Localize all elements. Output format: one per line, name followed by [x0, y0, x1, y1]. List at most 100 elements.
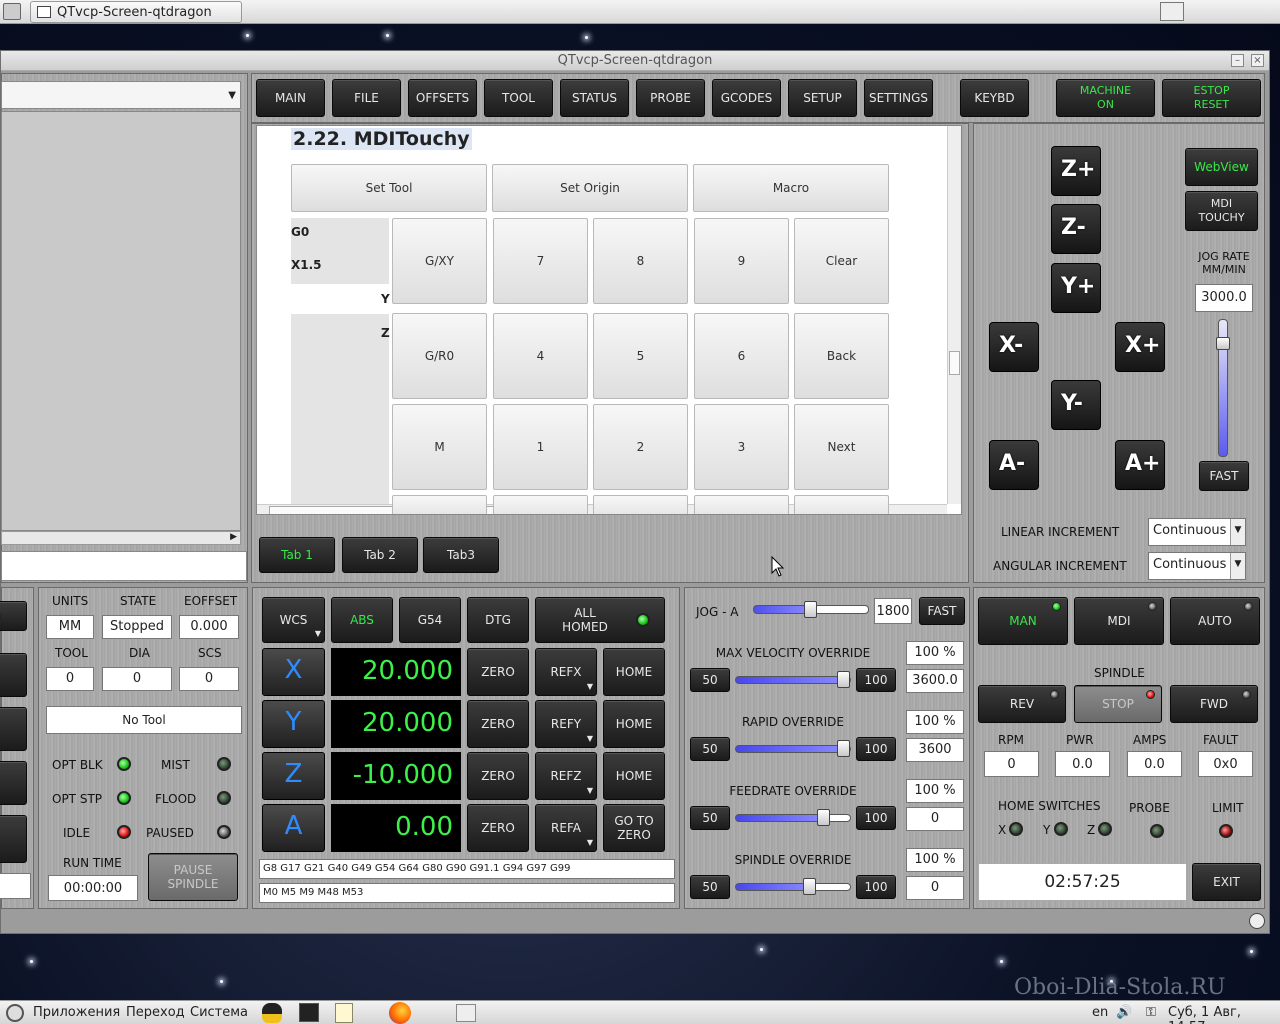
left-edge-button-4[interactable]	[0, 761, 27, 805]
linux-tux-icon[interactable]	[262, 1003, 282, 1023]
keypad-key-gr0[interactable]: G/R0	[392, 313, 487, 399]
machine-on-button[interactable]: MACHINE ON	[1056, 79, 1155, 117]
file-combo[interactable]: ▼	[1, 81, 241, 109]
feedrate-override-slider-knob[interactable]	[816, 809, 830, 826]
axis-z-button[interactable]: Z	[262, 752, 325, 800]
nav-setup-button[interactable]: SETUP	[788, 79, 857, 117]
axis-a-button[interactable]: A	[262, 804, 325, 852]
jog-x-minus-button[interactable]: X-	[989, 322, 1039, 372]
text-editor-icon[interactable]	[335, 1003, 353, 1023]
doc-set-origin-button[interactable]: Set Origin	[492, 164, 688, 212]
keypad-key-partial[interactable]	[593, 495, 688, 514]
home-a-button[interactable]: GO TO ZERO	[603, 804, 665, 852]
keypad-key-gxy[interactable]: G/XY	[392, 218, 487, 304]
auto-mode-button[interactable]: AUTO	[1170, 597, 1260, 645]
linear-increment-combo[interactable]: Continuous ▼	[1148, 518, 1246, 546]
mdi-touchy-doc-view[interactable]: 2.22. MDITouchy G0 X1.5 Y Z Set Tool Set …	[256, 125, 962, 515]
home-y-button[interactable]: HOME	[603, 700, 665, 748]
webview-button[interactable]: WebView	[1185, 148, 1258, 186]
left-edge-button-5[interactable]	[0, 815, 27, 863]
close-button[interactable]: ×	[1251, 54, 1264, 67]
resize-grip-icon[interactable]	[1249, 913, 1265, 929]
max-velocity-override-slider-knob[interactable]	[837, 671, 850, 688]
nav-main-button[interactable]: MAIN	[256, 79, 325, 117]
ref-x-button[interactable]: REFX ▼	[535, 648, 597, 696]
jog-a-minus-button[interactable]: A-	[989, 440, 1039, 490]
tab-3[interactable]: Tab3	[423, 537, 499, 573]
man-mode-button[interactable]: MAN	[978, 597, 1068, 645]
zero-x-button[interactable]: ZERO	[467, 648, 529, 696]
show-desktop-icon[interactable]	[456, 1004, 476, 1022]
tab-1[interactable]: Tab 1	[259, 537, 335, 573]
nav-offsets-button[interactable]: OFFSETS	[408, 79, 477, 117]
jog-a-minusplus-button[interactable]: A+	[1115, 440, 1165, 490]
minimize-button[interactable]: –	[1231, 54, 1244, 67]
axis-y-button[interactable]: Y	[262, 700, 325, 748]
spindle-fwd-button[interactable]: FWD	[1170, 685, 1258, 723]
max-velocity-override-min-button[interactable]: 50	[690, 668, 730, 692]
keypad-key-next[interactable]: Next	[794, 404, 889, 490]
nav-settings-button[interactable]: SETTINGS	[864, 79, 933, 117]
nav-file-button[interactable]: FILE	[332, 79, 401, 117]
rapid-override-max-button[interactable]: 100	[856, 737, 896, 761]
mdi-mode-button[interactable]: MDI	[1074, 597, 1164, 645]
home-x-button[interactable]: HOME	[603, 648, 665, 696]
spindle-override-slider[interactable]	[735, 883, 851, 891]
places-menu[interactable]: Переход	[126, 1005, 185, 1020]
terminal-icon[interactable]	[299, 1003, 319, 1022]
nav-keybd-button[interactable]: KEYBD	[960, 79, 1029, 117]
jog-rate-field[interactable]: 3000.0	[1195, 284, 1253, 312]
file-path-field[interactable]	[1, 551, 247, 581]
ref-z-button[interactable]: REFZ ▼	[535, 752, 597, 800]
left-edge-button-2[interactable]	[0, 653, 27, 697]
jog-a-slider-knob[interactable]	[804, 601, 817, 618]
keypad-key-m[interactable]: M	[392, 404, 487, 490]
pause-spindle-button[interactable]: PAUSE SPINDLE	[148, 853, 238, 901]
keypad-key-9[interactable]: 9	[694, 218, 789, 304]
keypad-key-partial[interactable]	[493, 495, 588, 514]
keypad-key-partial[interactable]	[794, 495, 889, 514]
keypad-key-8[interactable]: 8	[593, 218, 688, 304]
workspace-switcher-icon[interactable]	[1160, 2, 1184, 21]
rapid-override-slider-knob[interactable]	[837, 740, 850, 757]
doc-set-tool-button[interactable]: Set Tool	[291, 164, 487, 212]
keypad-key-1[interactable]: 1	[493, 404, 588, 490]
jog-z-minusplus-button[interactable]: Z+	[1051, 146, 1101, 196]
firefox-icon[interactable]	[389, 1002, 411, 1024]
nav-gcodes-button[interactable]: GCODES	[712, 79, 781, 117]
spindle-override-max-button[interactable]: 100	[856, 875, 896, 899]
g54-button[interactable]: G54	[399, 597, 461, 643]
nav-tool-button[interactable]: TOOL	[484, 79, 553, 117]
home-z-button[interactable]: HOME	[603, 752, 665, 800]
keypad-key-3[interactable]: 3	[694, 404, 789, 490]
ref-a-button[interactable]: REFA ▼	[535, 804, 597, 852]
left-edge-field[interactable]	[0, 873, 31, 899]
zero-y-button[interactable]: ZERO	[467, 700, 529, 748]
left-edge-button-1[interactable]	[0, 601, 27, 631]
dtg-button[interactable]: DTG	[467, 597, 529, 643]
nav-probe-button[interactable]: PROBE	[636, 79, 705, 117]
keypad-key-back[interactable]: Back	[794, 313, 889, 399]
keypad-key-2[interactable]: 2	[593, 404, 688, 490]
keypad-key-5[interactable]: 5	[593, 313, 688, 399]
keypad-key-partial[interactable]	[694, 495, 789, 514]
all-homed-button[interactable]: ALL HOMED	[535, 597, 665, 643]
keypad-key-clear[interactable]: Clear	[794, 218, 889, 304]
keypad-key-4[interactable]: 4	[493, 313, 588, 399]
keypad-key-partial[interactable]	[392, 495, 487, 514]
spindle-rev-button[interactable]: REV	[978, 685, 1066, 723]
keypad-key-6[interactable]: 6	[694, 313, 789, 399]
jog-x-minusplus-button[interactable]: X+	[1115, 322, 1165, 372]
jog-y-minus-button[interactable]: Y-	[1051, 380, 1101, 430]
zero-a-button[interactable]: ZERO	[467, 804, 529, 852]
exit-button[interactable]: EXIT	[1192, 863, 1261, 901]
doc-macro-button[interactable]: Macro	[693, 164, 889, 212]
file-list[interactable]	[1, 111, 241, 531]
keypad-key-7[interactable]: 7	[493, 218, 588, 304]
file-list-hscroll[interactable]: ▶	[1, 531, 241, 545]
jog-rate-knob[interactable]	[1216, 337, 1230, 350]
mdi-touchy-button[interactable]: MDI TOUCHY	[1185, 191, 1258, 231]
jog-a-fast-button[interactable]: FAST	[919, 597, 965, 625]
feedrate-override-slider[interactable]	[735, 814, 851, 822]
wcs-button[interactable]: WCS ▼	[262, 597, 325, 643]
